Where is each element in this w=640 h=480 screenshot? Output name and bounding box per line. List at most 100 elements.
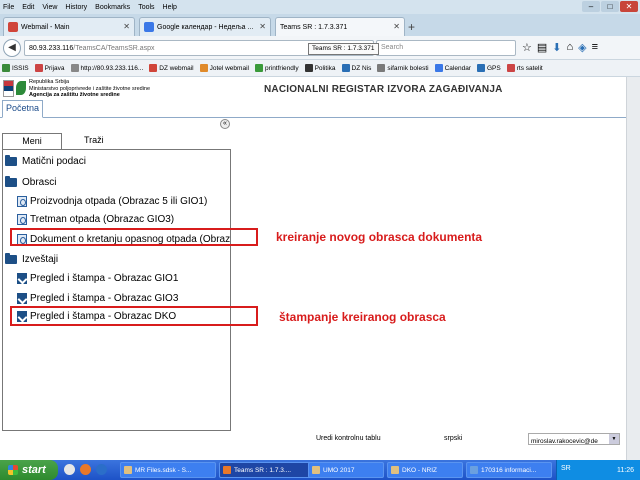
tab-google-calendar[interactable]: Google календар - Недеља ... ✕: [139, 17, 271, 36]
language-selector[interactable]: srpski: [444, 435, 462, 442]
taskbar-item-label: MR Files.sdsk - S...: [135, 466, 192, 474]
bookmark-label: rts satelit: [516, 64, 543, 72]
bookmark-gps[interactable]: GPS: [476, 64, 501, 72]
show-desktop-icon[interactable]: [64, 464, 75, 475]
app-footer: Uredi kontrolnu tablu srpski miroslav.ra…: [0, 431, 626, 447]
tab-webmail[interactable]: Webmail - Main ✕: [3, 17, 135, 36]
vertical-scrollbar[interactable]: [626, 77, 640, 460]
close-tab-icon[interactable]: ✕: [393, 22, 400, 31]
ministry-line: Agencija za zaštitu životne sredine: [29, 92, 120, 98]
menu-history[interactable]: History: [65, 4, 87, 11]
start-label: start: [22, 464, 46, 476]
tab-title: Google календар - Недеља ...: [157, 23, 254, 31]
bookmark-label: sifarnik bolesti: [387, 64, 429, 72]
bookmark-sifarnik[interactable]: sifarnik bolesti: [377, 64, 429, 72]
tab-title: Webmail - Main: [21, 23, 70, 31]
clock[interactable]: 11:26: [617, 467, 634, 474]
tab-meni[interactable]: Meni: [2, 133, 62, 150]
collapse-panel-button[interactable]: «: [220, 119, 230, 129]
menu-tools[interactable]: Tools: [138, 4, 154, 11]
chevron-down-icon: ▼: [609, 434, 619, 444]
tree-item-obrasci[interactable]: Obrasci: [5, 174, 56, 190]
close-tab-icon[interactable]: ✕: [259, 22, 266, 31]
tree-item-label: Obrasci: [22, 176, 57, 188]
taskbar-item-label: DKO - NRIZ: [402, 466, 438, 474]
tab-trazi[interactable]: Traži: [78, 133, 110, 150]
taskbar-item-mr-files[interactable]: MR Files.sdsk - S...: [120, 462, 216, 478]
home-icon[interactable]: ⌂: [567, 41, 574, 54]
maximize-icon[interactable]: □: [601, 1, 619, 12]
tab-pocetna[interactable]: Početna: [2, 100, 44, 118]
tree-item-tretman-otpada[interactable]: Tretman otpada (Obrazac GIO3): [17, 211, 174, 227]
bookmark-prijava[interactable]: Prijava: [34, 64, 65, 72]
bookmarks-toolbar: ISSIS Prijava http://80.93.233.116... DZ…: [0, 60, 640, 77]
tree-item-label: Tretman otpada (Obrazac GIO3): [30, 213, 175, 225]
tree-item-maticni-podaci[interactable]: Matični podaci: [5, 153, 86, 169]
bookmark-calendar[interactable]: Calendar: [434, 64, 471, 72]
folder-icon: [5, 252, 17, 264]
taskbar-item-teams-sr[interactable]: Teams SR : 1.7.3....: [219, 462, 315, 478]
edit-dashboard-link[interactable]: Uredi kontrolnu tablu: [316, 435, 381, 442]
bookmark-icon: [2, 64, 10, 72]
tree-item-pregled-gio3[interactable]: Pregled i štampa - Obrazac GIO3: [17, 290, 178, 306]
firefox-icon[interactable]: [80, 464, 91, 475]
user-dropdown[interactable]: miroslav.rakocevic@de ▼: [528, 433, 620, 445]
bookmark-label: DZ webmail: [159, 64, 194, 72]
tree-item-pregled-gio1[interactable]: Pregled i štampa - Obrazac GIO1: [17, 270, 178, 286]
download-icon[interactable]: ⬇: [552, 41, 561, 54]
pocket-icon[interactable]: ◈: [578, 41, 586, 54]
firefox-window-icon: [223, 466, 231, 474]
search-input[interactable]: Search: [376, 40, 516, 56]
bookmark-icon: [149, 64, 158, 72]
bookmark-printfriendly[interactable]: printfriendly: [254, 64, 299, 72]
tree-item-proizvodnja-otpada[interactable]: Proizvodnja otpada (Obrazac 5 ili GIO1): [17, 193, 207, 209]
window-icon: [124, 466, 132, 474]
tree-item-label: Izveštaji: [22, 253, 59, 265]
folder-icon: [5, 175, 17, 187]
minimize-icon[interactable]: –: [582, 1, 600, 12]
bookmark-rts-satelit[interactable]: rts satelit: [506, 64, 543, 72]
bookmark-label: printfriendly: [264, 64, 299, 72]
page-tab-strip: Početna: [0, 100, 626, 118]
tooltip: Teams SR : 1.7.3.371: [308, 43, 379, 55]
bookmark-jotel-webmail[interactable]: Jotel webmail: [199, 64, 249, 72]
bookmark-icon: [434, 64, 443, 72]
tab-teams-sr[interactable]: Teams SR : 1.7.3.371 ✕: [275, 17, 405, 36]
bookmark-politika[interactable]: Politika: [304, 64, 336, 72]
bookmark-icon: [304, 64, 313, 72]
menu-view[interactable]: View: [42, 4, 57, 11]
bookmark-ip-link[interactable]: http://80.93.233.116...: [70, 64, 143, 72]
taskbar-item-informacija[interactable]: 170316 informaci...: [466, 462, 552, 478]
close-tab-icon[interactable]: ✕: [123, 22, 130, 31]
bookmark-issis[interactable]: ISSIS: [2, 64, 29, 72]
back-button[interactable]: ◀: [3, 39, 21, 57]
bookmark-icon: [199, 64, 208, 72]
language-indicator[interactable]: SR: [561, 465, 571, 472]
bookmark-dz-nis[interactable]: DZ Nis: [341, 64, 371, 72]
start-button[interactable]: start: [0, 460, 58, 480]
taskbar-item-umo-2017[interactable]: UMO 2017: [308, 462, 384, 478]
menu-file[interactable]: File: [3, 4, 14, 11]
taskbar-item-label: UMO 2017: [323, 466, 355, 474]
close-window-icon[interactable]: ✕: [620, 1, 638, 12]
webmail-favicon-icon: [8, 22, 18, 32]
tree-item-label: Pregled i štampa - Obrazac GIO3: [30, 292, 179, 304]
bookmark-label: Calendar: [444, 64, 471, 72]
reading-list-icon[interactable]: ▤: [537, 41, 547, 54]
hamburger-menu-icon[interactable]: ≡: [592, 41, 598, 54]
menu-help[interactable]: Help: [163, 4, 177, 11]
url-host: 80.93.233.116: [29, 44, 74, 52]
side-panel-menu: Matični podaci Obrasci Proizvodnja otpad…: [2, 149, 231, 431]
new-tab-button[interactable]: +: [408, 20, 415, 34]
annotation-create: kreiranje novog obrasca dokumenta: [276, 230, 483, 244]
bookmark-dz-webmail[interactable]: DZ webmail: [149, 64, 194, 72]
menu-bookmarks[interactable]: Bookmarks: [95, 4, 130, 11]
tree-item-izvestaji[interactable]: Izveštaji: [5, 251, 58, 267]
menu-edit[interactable]: Edit: [22, 4, 34, 11]
side-panel-tabs: Meni Traži: [2, 133, 230, 150]
bookmark-star-icon[interactable]: ☆: [522, 41, 532, 54]
ie-icon[interactable]: [96, 464, 107, 475]
bookmark-icon: [476, 64, 485, 72]
taskbar-item-dko-nriz[interactable]: DKO - NRIZ: [387, 462, 463, 478]
bookmark-icon: [377, 64, 386, 72]
